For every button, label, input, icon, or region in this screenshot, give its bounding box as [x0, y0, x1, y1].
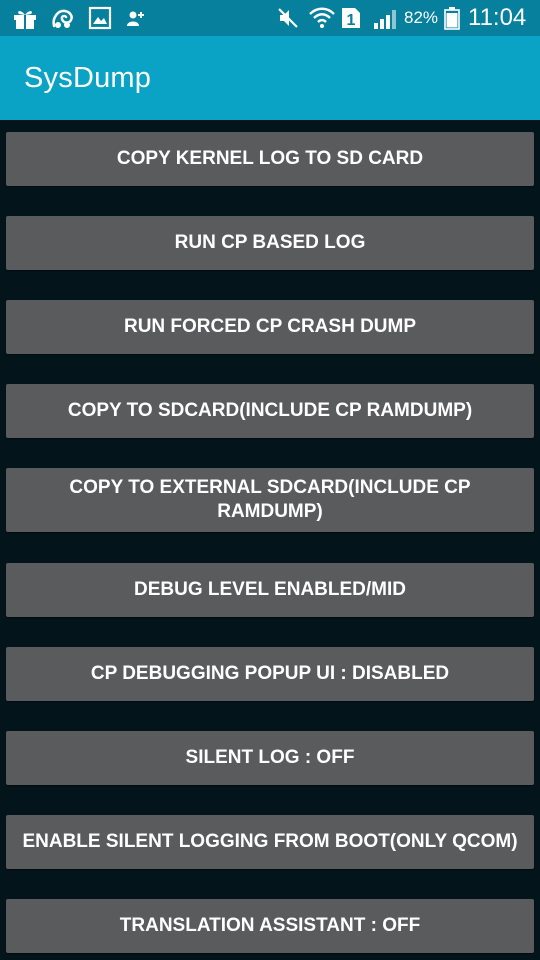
sim-icon: 1 [342, 8, 360, 29]
copy-to-external-sdcard-button[interactable]: COPY TO EXTERNAL SDCARD(INCLUDE CP RAMDU… [6, 468, 534, 532]
silent-log-button[interactable]: SILENT LOG : OFF [6, 731, 534, 785]
sim-slot-number: 1 [347, 12, 356, 29]
battery-icon [444, 7, 460, 30]
app-title: SysDump [24, 62, 152, 94]
run-cp-based-log-button[interactable]: RUN CP BASED LOG [6, 216, 534, 270]
uc-browser-icon [52, 9, 73, 28]
gift-icon [14, 11, 36, 29]
translation-assistant-button[interactable]: TRANSLATION ASSISTANT : OFF [6, 899, 534, 953]
gallery-icon [88, 6, 112, 30]
copy-kernel-log-button[interactable]: COPY KERNEL LOG TO SD CARD [6, 132, 534, 186]
status-bar: 1 82% 11:04 [0, 0, 540, 36]
battery-percent: 82% [404, 8, 439, 27]
mute-icon [278, 8, 298, 28]
wifi-icon [309, 7, 335, 28]
signal-icon [374, 10, 396, 29]
copy-to-sdcard-button[interactable]: COPY TO SDCARD(INCLUDE CP RAMDUMP) [6, 384, 534, 438]
app-bar: SysDump [0, 36, 540, 120]
clock: 11:04 [468, 4, 527, 31]
run-forced-cp-crash-dump-button[interactable]: RUN FORCED CP CRASH DUMP [6, 300, 534, 354]
silent-logging-from-boot-button[interactable]: ENABLE SILENT LOGGING FROM BOOT(ONLY QCO… [6, 815, 534, 869]
contact-update-icon [127, 11, 144, 26]
debug-level-button[interactable]: DEBUG LEVEL ENABLED/MID [6, 563, 534, 617]
cp-debugging-popup-button[interactable]: CP DEBUGGING POPUP UI : DISABLED [6, 647, 534, 701]
